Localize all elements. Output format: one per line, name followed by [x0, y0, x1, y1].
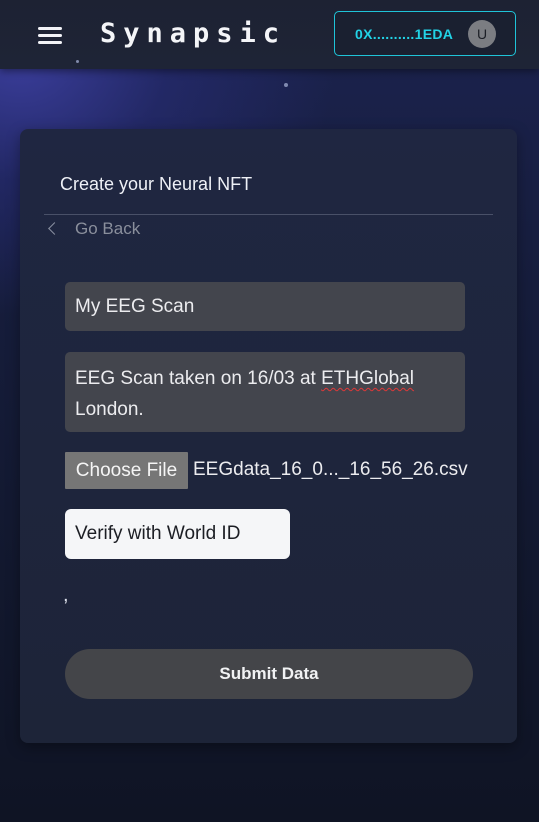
selected-file-name: EEGdata_16_0..._16_56_26.csv	[193, 459, 468, 480]
go-back-label: Go Back	[75, 219, 141, 238]
nft-description-textarea[interactable]: EEG Scan taken on 16/03 at ETHGlobal Lon…	[65, 352, 465, 432]
description-text: EEG Scan taken on 16/03 at	[75, 368, 322, 389]
nft-name-input[interactable]: My EEG Scan	[65, 282, 465, 331]
status-text: ,	[63, 584, 69, 606]
chevron-left-icon	[48, 222, 61, 235]
wallet-button[interactable]: 0X..........1EDA U	[334, 11, 516, 56]
page-title: Create your Neural NFT	[60, 174, 253, 194]
choose-file-button[interactable]: Choose File	[65, 452, 188, 489]
app-header: Synapsic 0X..........1EDA U	[0, 0, 539, 69]
avatar: U	[468, 20, 496, 48]
brand-logo: Synapsic	[100, 18, 287, 49]
background-star	[284, 83, 288, 87]
description-text-end: London.	[75, 399, 144, 420]
hamburger-menu-icon[interactable]	[38, 27, 62, 44]
wallet-address: 0X..........1EDA	[355, 26, 454, 42]
create-nft-card: Create your Neural NFT Go Back My EEG Sc…	[20, 129, 517, 743]
description-misspelled-word: ETHGlobal	[321, 368, 415, 389]
verify-world-id-button[interactable]: Verify with World ID	[65, 509, 290, 559]
submit-data-button[interactable]: Submit Data	[65, 649, 473, 699]
title-divider	[44, 214, 493, 215]
background-star	[76, 60, 79, 63]
